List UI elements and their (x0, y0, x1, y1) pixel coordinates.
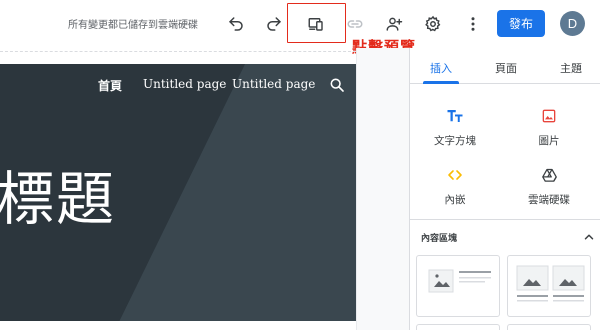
insert-text-box-button[interactable]: 文字方塊 (420, 106, 490, 148)
nav-item-untitled-page-1[interactable]: Untitled page (143, 77, 226, 91)
layout-two-images-thumbnail (516, 265, 585, 302)
drive-label: 雲端硬碟 (528, 194, 570, 206)
redo-icon[interactable] (262, 12, 286, 36)
canvas-scroll-gutter (357, 48, 409, 330)
link-icon[interactable] (343, 12, 367, 36)
layout-image-text-thumbnail (428, 269, 491, 293)
panel-tabs: 插入 頁面 主題 (410, 48, 600, 84)
share-add-person-icon[interactable] (382, 12, 406, 36)
image-icon (539, 106, 559, 126)
site-search-icon[interactable] (329, 77, 345, 93)
preview-highlight-box (287, 3, 346, 43)
embed-label: 內嵌 (444, 194, 466, 206)
side-panel: 插入 頁面 主題 文字方塊 圖片 內嵌 雲端硬碟 內容區塊 (409, 48, 600, 330)
text-box-icon (445, 106, 465, 126)
embed-code-icon (445, 165, 465, 185)
insert-embed-button[interactable]: 內嵌 (420, 165, 490, 207)
account-avatar[interactable]: D (560, 11, 585, 36)
image-label: 圖片 (538, 135, 560, 147)
site-navigation: 首頁 Untitled page Untitled page (0, 77, 356, 97)
nav-item-home[interactable]: 首頁 (98, 77, 122, 94)
layout-card-two-images[interactable] (507, 255, 591, 317)
insert-drive-button[interactable]: 雲端硬碟 (514, 165, 584, 207)
nav-item-untitled-page-2[interactable]: Untitled page (232, 77, 315, 91)
canvas-bottom-strip (0, 321, 356, 330)
layout-card-4[interactable] (507, 324, 591, 330)
tab-insert[interactable]: 插入 (430, 60, 452, 76)
save-status-text: 所有變更都已儲存到雲端硬碟 (68, 20, 198, 31)
insert-image-button[interactable]: 圖片 (514, 106, 584, 148)
active-tab-indicator (423, 81, 459, 84)
google-drive-icon (539, 165, 559, 185)
settings-gear-icon[interactable] (421, 12, 445, 36)
tab-themes[interactable]: 主題 (560, 60, 582, 76)
more-vert-icon[interactable] (461, 12, 485, 36)
content-blocks-heading: 內容區塊 (421, 234, 458, 244)
chevron-up-icon[interactable] (582, 229, 596, 243)
layout-card-3[interactable] (416, 324, 500, 330)
publish-button[interactable]: 發布 (497, 10, 545, 37)
section-divider (410, 219, 600, 220)
tab-pages[interactable]: 頁面 (495, 60, 517, 76)
undo-icon[interactable] (224, 12, 248, 36)
text-box-label: 文字方塊 (434, 135, 476, 147)
top-toolbar: 所有變更都已儲存到雲端硬碟 發布 D (0, 0, 600, 48)
site-header-preview[interactable]: 首頁 Untitled page Untitled page 標題 (0, 64, 356, 330)
canvas-guide-line (0, 51, 356, 52)
layout-card-image-text[interactable] (416, 255, 500, 317)
page-title[interactable]: 標題 (0, 152, 116, 236)
